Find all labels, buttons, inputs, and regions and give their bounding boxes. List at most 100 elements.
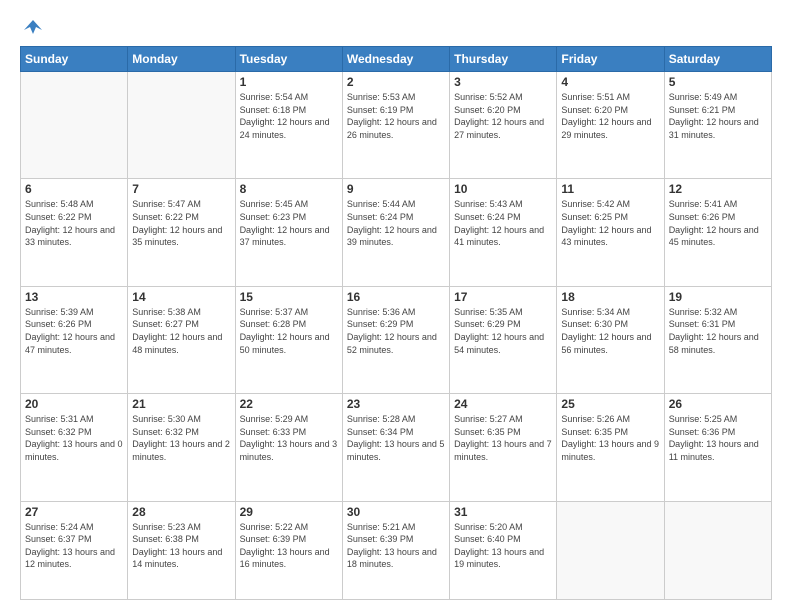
day-number: 21 — [132, 397, 230, 411]
day-info: Sunrise: 5:45 AM Sunset: 6:23 PM Dayligh… — [240, 198, 338, 248]
calendar-cell — [21, 72, 128, 179]
calendar-cell: 27Sunrise: 5:24 AM Sunset: 6:37 PM Dayli… — [21, 501, 128, 600]
day-info: Sunrise: 5:26 AM Sunset: 6:35 PM Dayligh… — [561, 413, 659, 463]
day-info: Sunrise: 5:31 AM Sunset: 6:32 PM Dayligh… — [25, 413, 123, 463]
day-info: Sunrise: 5:35 AM Sunset: 6:29 PM Dayligh… — [454, 306, 552, 356]
day-number: 28 — [132, 505, 230, 519]
calendar-week-5: 27Sunrise: 5:24 AM Sunset: 6:37 PM Dayli… — [21, 501, 772, 600]
calendar-cell: 29 Sunrise: 5:22 AM Sunset: 6:39 PM Dayli… — [235, 501, 342, 600]
header — [20, 16, 772, 38]
day-info: Sunrise: 5:24 AM Sunset: 6:37 PM Dayligh… — [25, 521, 123, 571]
day-info: Sunrise: 5:27 AM Sunset: 6:35 PM Dayligh… — [454, 413, 552, 463]
calendar-cell: 31 Sunrise: 5:20 AM Sunset: 6:40 PM Dayli… — [450, 501, 557, 600]
day-number: 6 — [25, 182, 123, 196]
day-info: Sunrise: 5:32 AM Sunset: 6:31 PM Dayligh… — [669, 306, 767, 356]
day-number: 11 — [561, 182, 659, 196]
day-info: Sunrise: 5:39 AM Sunset: 6:26 PM Dayligh… — [25, 306, 123, 356]
calendar-cell: 19 Sunrise: 5:32 AM Sunset: 6:31 PM Dayli… — [664, 286, 771, 393]
day-number: 22 — [240, 397, 338, 411]
day-info: Sunrise: 5:51 AM Sunset: 6:20 PM Dayligh… — [561, 91, 659, 141]
calendar-cell: 1 Sunrise: 5:54 AM Sunset: 6:18 PM Daylig… — [235, 72, 342, 179]
day-info: Sunrise: 5:30 AM Sunset: 6:32 PM Dayligh… — [132, 413, 230, 463]
calendar-cell: 26 Sunrise: 5:25 AM Sunset: 6:36 PM Dayli… — [664, 394, 771, 501]
logo — [20, 16, 44, 38]
day-info: Sunrise: 5:22 AM Sunset: 6:39 PM Dayligh… — [240, 521, 338, 571]
day-info: Sunrise: 5:47 AM Sunset: 6:22 PM Dayligh… — [132, 198, 230, 248]
day-info: Sunrise: 5:37 AM Sunset: 6:28 PM Dayligh… — [240, 306, 338, 356]
calendar-cell — [128, 72, 235, 179]
calendar-week-3: 13Sunrise: 5:39 AM Sunset: 6:26 PM Dayli… — [21, 286, 772, 393]
day-number: 16 — [347, 290, 445, 304]
day-number: 2 — [347, 75, 445, 89]
calendar-cell: 3 Sunrise: 5:52 AM Sunset: 6:20 PM Daylig… — [450, 72, 557, 179]
calendar-week-2: 6 Sunrise: 5:48 AM Sunset: 6:22 PM Daylig… — [21, 179, 772, 286]
day-number: 10 — [454, 182, 552, 196]
weekday-header-monday: Monday — [128, 47, 235, 72]
day-number: 17 — [454, 290, 552, 304]
day-number: 23 — [347, 397, 445, 411]
calendar-cell — [557, 501, 664, 600]
day-number: 3 — [454, 75, 552, 89]
day-info: Sunrise: 5:48 AM Sunset: 6:22 PM Dayligh… — [25, 198, 123, 248]
day-number: 4 — [561, 75, 659, 89]
calendar-week-1: 1 Sunrise: 5:54 AM Sunset: 6:18 PM Daylig… — [21, 72, 772, 179]
day-number: 8 — [240, 182, 338, 196]
calendar-cell: 30 Sunrise: 5:21 AM Sunset: 6:39 PM Dayli… — [342, 501, 449, 600]
day-number: 12 — [669, 182, 767, 196]
day-info: Sunrise: 5:41 AM Sunset: 6:26 PM Dayligh… — [669, 198, 767, 248]
day-info: Sunrise: 5:21 AM Sunset: 6:39 PM Dayligh… — [347, 521, 445, 571]
day-number: 9 — [347, 182, 445, 196]
calendar-cell: 18 Sunrise: 5:34 AM Sunset: 6:30 PM Dayli… — [557, 286, 664, 393]
day-info: Sunrise: 5:29 AM Sunset: 6:33 PM Dayligh… — [240, 413, 338, 463]
day-number: 29 — [240, 505, 338, 519]
day-info: Sunrise: 5:25 AM Sunset: 6:36 PM Dayligh… — [669, 413, 767, 463]
day-info: Sunrise: 5:54 AM Sunset: 6:18 PM Dayligh… — [240, 91, 338, 141]
day-info: Sunrise: 5:44 AM Sunset: 6:24 PM Dayligh… — [347, 198, 445, 248]
calendar-cell: 23 Sunrise: 5:28 AM Sunset: 6:34 PM Dayli… — [342, 394, 449, 501]
calendar-cell: 2 Sunrise: 5:53 AM Sunset: 6:19 PM Daylig… — [342, 72, 449, 179]
day-info: Sunrise: 5:49 AM Sunset: 6:21 PM Dayligh… — [669, 91, 767, 141]
day-number: 24 — [454, 397, 552, 411]
day-info: Sunrise: 5:52 AM Sunset: 6:20 PM Dayligh… — [454, 91, 552, 141]
calendar-cell: 7 Sunrise: 5:47 AM Sunset: 6:22 PM Daylig… — [128, 179, 235, 286]
day-number: 14 — [132, 290, 230, 304]
day-info: Sunrise: 5:23 AM Sunset: 6:38 PM Dayligh… — [132, 521, 230, 571]
calendar-cell: 15 Sunrise: 5:37 AM Sunset: 6:28 PM Dayli… — [235, 286, 342, 393]
day-number: 26 — [669, 397, 767, 411]
calendar-cell: 21 Sunrise: 5:30 AM Sunset: 6:32 PM Dayli… — [128, 394, 235, 501]
day-number: 20 — [25, 397, 123, 411]
calendar-cell: 6 Sunrise: 5:48 AM Sunset: 6:22 PM Daylig… — [21, 179, 128, 286]
day-number: 30 — [347, 505, 445, 519]
day-info: Sunrise: 5:20 AM Sunset: 6:40 PM Dayligh… — [454, 521, 552, 571]
page: SundayMondayTuesdayWednesdayThursdayFrid… — [0, 0, 792, 612]
calendar-week-4: 20 Sunrise: 5:31 AM Sunset: 6:32 PM Dayli… — [21, 394, 772, 501]
calendar-cell: 9 Sunrise: 5:44 AM Sunset: 6:24 PM Daylig… — [342, 179, 449, 286]
day-info: Sunrise: 5:34 AM Sunset: 6:30 PM Dayligh… — [561, 306, 659, 356]
day-number: 19 — [669, 290, 767, 304]
day-info: Sunrise: 5:43 AM Sunset: 6:24 PM Dayligh… — [454, 198, 552, 248]
calendar-cell: 28 Sunrise: 5:23 AM Sunset: 6:38 PM Dayli… — [128, 501, 235, 600]
calendar-cell: 20 Sunrise: 5:31 AM Sunset: 6:32 PM Dayli… — [21, 394, 128, 501]
day-number: 1 — [240, 75, 338, 89]
weekday-header-wednesday: Wednesday — [342, 47, 449, 72]
calendar-cell: 5 Sunrise: 5:49 AM Sunset: 6:21 PM Daylig… — [664, 72, 771, 179]
day-number: 31 — [454, 505, 552, 519]
day-info: Sunrise: 5:53 AM Sunset: 6:19 PM Dayligh… — [347, 91, 445, 141]
calendar-cell: 10 Sunrise: 5:43 AM Sunset: 6:24 PM Dayli… — [450, 179, 557, 286]
calendar-cell: 12 Sunrise: 5:41 AM Sunset: 6:26 PM Dayli… — [664, 179, 771, 286]
calendar-cell: 22 Sunrise: 5:29 AM Sunset: 6:33 PM Dayli… — [235, 394, 342, 501]
day-info: Sunrise: 5:38 AM Sunset: 6:27 PM Dayligh… — [132, 306, 230, 356]
day-info: Sunrise: 5:28 AM Sunset: 6:34 PM Dayligh… — [347, 413, 445, 463]
day-number: 18 — [561, 290, 659, 304]
weekday-header-tuesday: Tuesday — [235, 47, 342, 72]
day-number: 5 — [669, 75, 767, 89]
day-number: 15 — [240, 290, 338, 304]
calendar-cell: 14 Sunrise: 5:38 AM Sunset: 6:27 PM Dayli… — [128, 286, 235, 393]
day-number: 7 — [132, 182, 230, 196]
calendar-cell: 24 Sunrise: 5:27 AM Sunset: 6:35 PM Dayli… — [450, 394, 557, 501]
logo-bird-icon — [22, 16, 44, 38]
calendar-cell: 11 Sunrise: 5:42 AM Sunset: 6:25 PM Dayli… — [557, 179, 664, 286]
day-info: Sunrise: 5:36 AM Sunset: 6:29 PM Dayligh… — [347, 306, 445, 356]
day-info: Sunrise: 5:42 AM Sunset: 6:25 PM Dayligh… — [561, 198, 659, 248]
calendar-table: SundayMondayTuesdayWednesdayThursdayFrid… — [20, 46, 772, 600]
